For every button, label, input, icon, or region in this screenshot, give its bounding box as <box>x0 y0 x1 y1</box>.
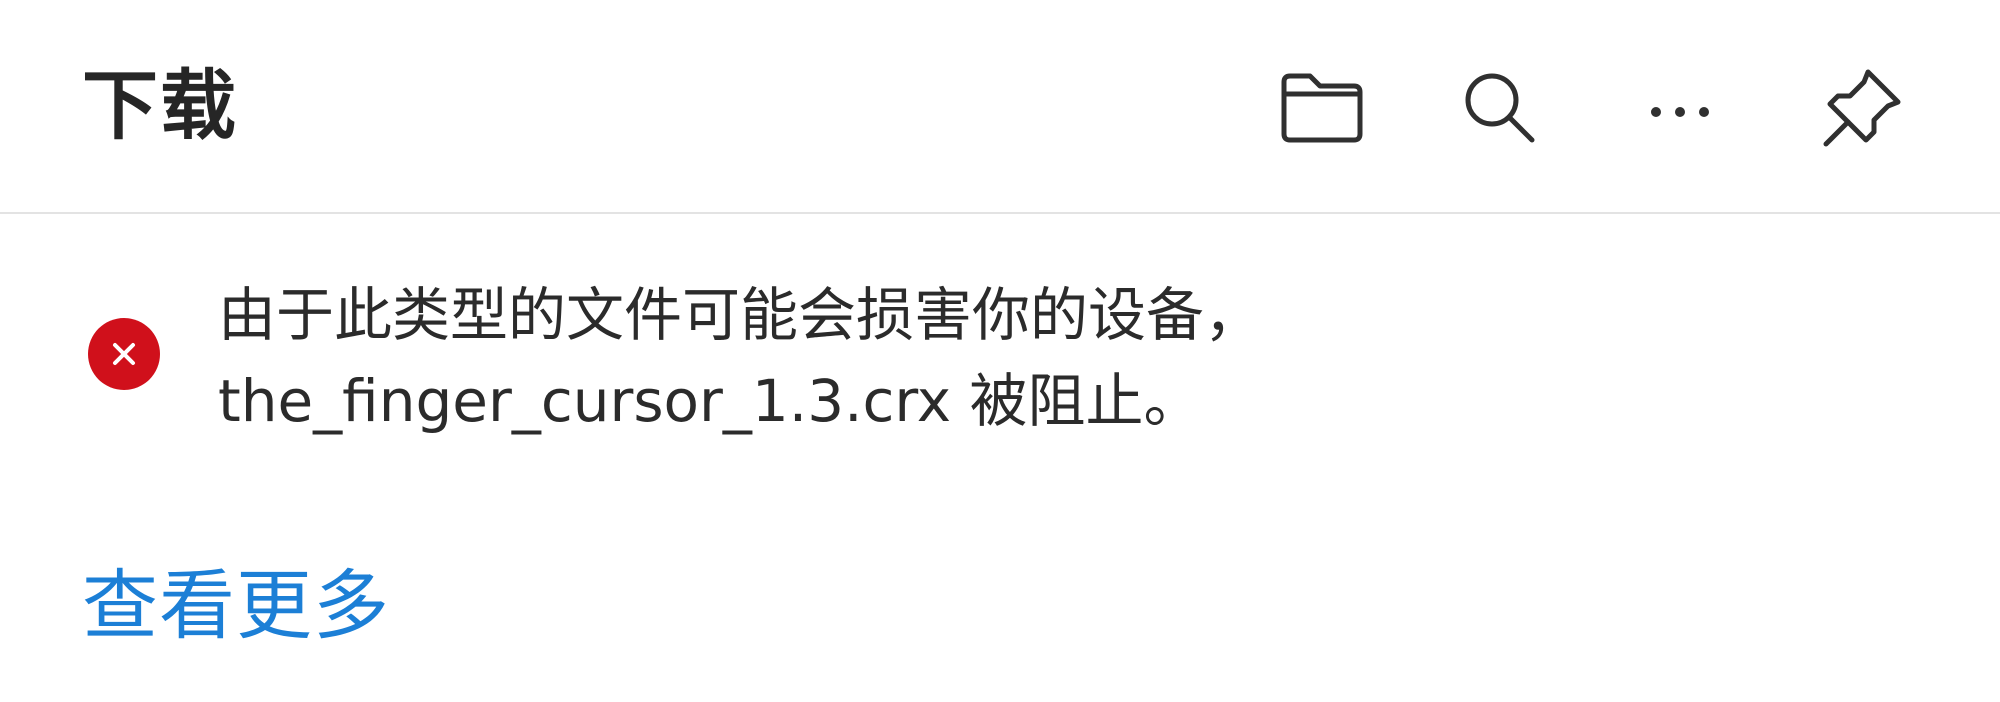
downloads-panel: 下载 由于此类型的文件可能会损害你的设备， the_finger_cursor_… <box>0 0 2000 702</box>
more-icon <box>1651 107 1709 117</box>
message-line-1: 由于此类型的文件可能会损害你的设备， <box>218 281 1263 349</box>
folder-icon <box>1281 73 1363 143</box>
pin-icon <box>1823 69 1901 147</box>
see-more-link[interactable]: 查看更多 <box>82 556 390 656</box>
more-options-button[interactable] <box>1624 52 1736 164</box>
message-line-2: the_finger_cursor_1.3.crx 被阻止。 <box>218 367 1202 435</box>
panel-title: 下载 <box>82 61 238 150</box>
open-downloads-folder-button[interactable] <box>1266 52 1378 164</box>
search-downloads-button[interactable] <box>1444 52 1556 164</box>
pin-panel-button[interactable] <box>1806 52 1918 164</box>
search-icon <box>1465 73 1535 143</box>
error-icon <box>88 318 160 390</box>
downloads-header: 下载 <box>0 0 2000 214</box>
download-blocked-message: 由于此类型的文件可能会损害你的设备， the_finger_cursor_1.3… <box>218 272 1918 444</box>
